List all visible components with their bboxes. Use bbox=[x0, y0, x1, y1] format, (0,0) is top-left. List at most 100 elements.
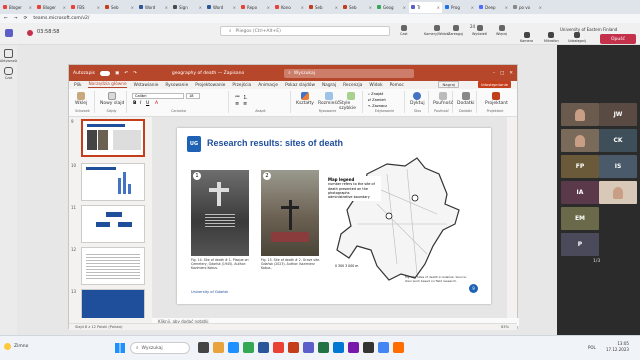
people-count[interactable]: 24 bbox=[470, 24, 475, 29]
current-slide[interactable]: UG Research results: sites of death 1 2 … bbox=[177, 128, 491, 304]
thumbnail-slide[interactable] bbox=[81, 289, 145, 318]
browser-tab[interactable]: Deep × bbox=[477, 2, 510, 13]
tab-close-icon[interactable]: × bbox=[29, 5, 32, 10]
tab-close-icon[interactable]: × bbox=[403, 5, 406, 10]
tab-close-icon[interactable]: × bbox=[267, 5, 270, 10]
shapes-button[interactable]: Kształty bbox=[296, 92, 314, 106]
word-icon[interactable] bbox=[258, 342, 269, 353]
gallery-page-indicator[interactable]: 1/3 bbox=[593, 259, 600, 264]
thumbnail-slide[interactable] bbox=[81, 163, 145, 201]
share-button[interactable]: Udostępnianie bbox=[477, 81, 511, 88]
browser-tab[interactable]: Seb × bbox=[103, 2, 136, 13]
url-text[interactable]: teams.microsoft.com/v2/ bbox=[33, 16, 89, 21]
redo-icon[interactable]: ↷ bbox=[133, 71, 137, 76]
forward-icon[interactable]: → bbox=[14, 16, 18, 21]
dictate-button[interactable]: Dyktuj bbox=[410, 92, 425, 106]
chat-button[interactable]: Czat bbox=[400, 25, 408, 36]
back-icon[interactable]: ← bbox=[4, 16, 8, 21]
edge-icon[interactable] bbox=[228, 342, 239, 353]
participant-tile[interactable]: EM bbox=[561, 207, 599, 230]
bold-button[interactable]: B bbox=[133, 101, 136, 106]
terminal-icon[interactable] bbox=[363, 342, 374, 353]
clock[interactable]: 13:05 17.12.2023 bbox=[606, 341, 629, 353]
save-icon[interactable]: ▣ bbox=[115, 71, 119, 76]
more-button[interactable]: Więcej bbox=[496, 25, 507, 36]
participant-tile[interactable]: CK bbox=[599, 129, 637, 152]
tab-close-icon[interactable]: × bbox=[335, 5, 338, 10]
browser-tab[interactable]: Word × bbox=[205, 2, 238, 13]
browser-tab[interactable]: Bloger × bbox=[1, 2, 34, 13]
thumbnail-slide[interactable] bbox=[81, 247, 145, 285]
excel-icon[interactable] bbox=[318, 342, 329, 353]
activity-icon[interactable] bbox=[4, 49, 13, 58]
menu-tab[interactable]: Pomoc bbox=[390, 83, 404, 88]
record-button[interactable]: Nagraj bbox=[438, 81, 459, 88]
menu-tab[interactable]: Wstawianie bbox=[134, 83, 159, 88]
participant-tile[interactable]: IA bbox=[561, 181, 599, 204]
taskbar-search[interactable]: ⌕ Wyszukaj bbox=[130, 342, 190, 354]
tab-close-icon[interactable]: × bbox=[301, 5, 304, 10]
close-icon[interactable]: ✕ bbox=[509, 71, 513, 76]
leave-button[interactable]: Opuść bbox=[600, 34, 636, 44]
tab-close-icon[interactable]: × bbox=[63, 5, 66, 10]
share-button[interactable]: Udostępnij bbox=[568, 32, 586, 43]
participant-video[interactable] bbox=[561, 129, 599, 152]
task-view-icon[interactable] bbox=[198, 342, 209, 353]
menu-tab[interactable]: Pokaz slajdów bbox=[285, 83, 315, 88]
participant-tile[interactable]: IS bbox=[599, 155, 637, 178]
tab-close-icon[interactable]: × bbox=[471, 5, 474, 10]
bullets-icon[interactable]: ≔ bbox=[235, 94, 240, 100]
menu-tab[interactable]: Projektowanie bbox=[195, 83, 225, 88]
menu-tab[interactable]: Rysowanie bbox=[165, 83, 188, 88]
participant-video[interactable] bbox=[561, 103, 599, 126]
underline-button[interactable]: U bbox=[146, 101, 149, 106]
align-left-icon[interactable]: ≡ bbox=[235, 101, 239, 107]
tab-close-icon[interactable]: × bbox=[165, 5, 168, 10]
weather-widget[interactable]: Zimno bbox=[4, 343, 28, 350]
font-color-icon[interactable]: A bbox=[155, 101, 158, 106]
powerpoint-search[interactable]: ⌕ Wyszukaj bbox=[284, 68, 415, 78]
outlook-icon[interactable] bbox=[333, 342, 344, 353]
camera-button[interactable]: Kamera bbox=[520, 32, 533, 43]
slide-thumbnails-pane[interactable]: 9 10 11 12 13 bbox=[69, 117, 152, 318]
align-center-icon[interactable]: ≡ bbox=[243, 101, 247, 107]
zoom-level[interactable]: 63% bbox=[501, 324, 509, 331]
search-input[interactable]: ⌕ Pliegos (Ctrl+Alt+E) bbox=[220, 26, 390, 36]
tab-close-icon[interactable]: × bbox=[97, 5, 100, 10]
participant-tile[interactable]: FP bbox=[561, 155, 599, 178]
reload-icon[interactable]: ⟳ bbox=[24, 16, 28, 21]
italic-button[interactable]: I bbox=[140, 101, 141, 106]
firefox-icon[interactable] bbox=[393, 342, 404, 353]
language-indicator[interactable]: POL bbox=[588, 345, 596, 350]
paste-button[interactable]: Wklej bbox=[75, 92, 87, 106]
start-icon[interactable] bbox=[115, 343, 125, 353]
powerpoint-icon[interactable] bbox=[288, 342, 299, 353]
menu-tab[interactable]: Narzędzia główne bbox=[88, 82, 127, 88]
menu-tab[interactable]: Przejścia bbox=[232, 83, 251, 88]
tab-close-icon[interactable]: × bbox=[369, 5, 372, 10]
browser-tab[interactable]: Geog × bbox=[375, 2, 408, 13]
browser-tab[interactable]: po vo × bbox=[511, 2, 544, 13]
menu-tab[interactable]: Animacje bbox=[258, 83, 278, 88]
browser-tab[interactable]: FBS × bbox=[69, 2, 102, 13]
sensitivity-button[interactable]: Poufność bbox=[433, 92, 453, 106]
tab-close-icon[interactable]: × bbox=[437, 5, 440, 10]
browser-tab[interactable]: Seb × bbox=[341, 2, 374, 13]
find-button[interactable]: ⌕ Znajdź bbox=[368, 92, 383, 96]
browser-tab[interactable]: Tr × bbox=[409, 1, 442, 13]
menu-tab[interactable]: Plik bbox=[74, 83, 81, 88]
participant-tile[interactable]: JW bbox=[599, 103, 637, 126]
camera-views-button[interactable]: Kamery/Widoki bbox=[424, 25, 450, 36]
tab-close-icon[interactable]: × bbox=[539, 5, 542, 10]
tab-close-icon[interactable]: × bbox=[233, 5, 236, 10]
menu-tab[interactable]: Recenzja bbox=[343, 83, 362, 88]
maximize-icon[interactable]: □ bbox=[500, 71, 504, 76]
onenote-icon[interactable] bbox=[348, 342, 359, 353]
numbering-icon[interactable]: ⒈ bbox=[243, 94, 248, 101]
thumbnail-slide[interactable] bbox=[81, 205, 145, 243]
chrome-icon[interactable] bbox=[243, 342, 254, 353]
menu-tab[interactable]: Widok bbox=[369, 83, 382, 88]
browser-tab[interactable]: Repo × bbox=[239, 2, 272, 13]
arrange-button[interactable]: Rozmieść bbox=[318, 92, 339, 106]
replace-button[interactable]: ⇄ Zamień bbox=[368, 98, 386, 102]
